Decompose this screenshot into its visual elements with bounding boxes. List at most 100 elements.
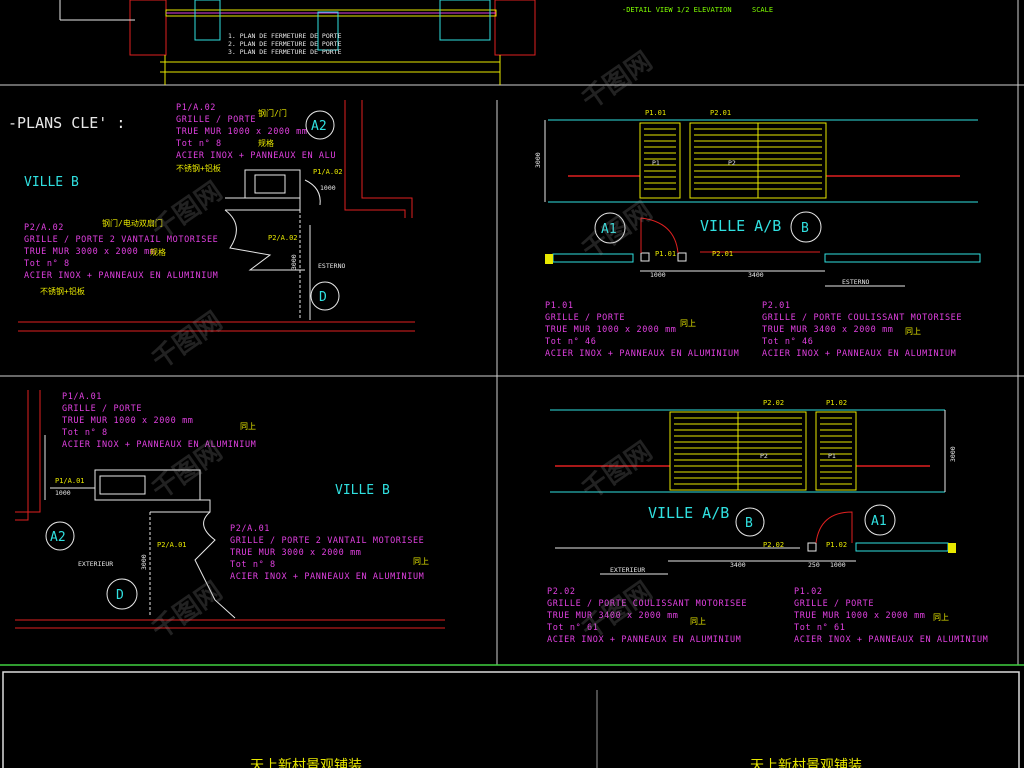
sheet-frame xyxy=(0,0,1024,768)
block-line: ACIER INOX + PANNEAUX EN ALUMINIUM xyxy=(762,349,956,359)
block-line: TRUE MUR 1000 x 2000 mm xyxy=(794,611,926,621)
exterior-label: ESTERNO xyxy=(842,278,869,286)
exterior-label: EXTERIEUR xyxy=(78,560,113,568)
top-note-2: 2. PLAN DE FERMETURE DE PORTE xyxy=(228,40,342,48)
block-ref: P2.01 xyxy=(762,301,791,311)
block-ref: P1.02 xyxy=(794,587,823,597)
tag-p1-a01: P1/A.01 xyxy=(55,477,85,485)
top-title-right: -DETAIL VIEW 1/2 ELEVATION xyxy=(622,6,732,14)
block-line: Tot n° 8 xyxy=(24,259,70,269)
block-line: Tot n° 8 xyxy=(62,428,108,438)
circle-b-label: B xyxy=(745,516,753,531)
quadrant-villa-b-lower: A2 D P1/A.01 P2/A.01 1000 3000 EXTERIEUR… xyxy=(15,390,445,629)
block-cn: 不锈钢+铝板 xyxy=(40,286,85,296)
watermark-text: 千图网 xyxy=(147,306,228,375)
block-line: GRILLE / PORTE 2 VANTAIL MOTORISEE xyxy=(24,235,218,245)
block-line: TRUE MUR 3000 x 2000 mm xyxy=(230,548,362,558)
block-line: GRILLE / PORTE xyxy=(62,404,142,414)
dim-3400: 3400 xyxy=(748,271,764,279)
block-line: GRILLE / PORTE xyxy=(176,115,256,125)
tag-p102b: P1.02 xyxy=(826,541,847,549)
tag-p202: P2.02 xyxy=(763,399,784,407)
top-elevation: 1. PLAN DE FERMETURE DE PORTE 2. PLAN DE… xyxy=(59,0,773,85)
bottom-title-right: 天上新村景观铺装 xyxy=(750,758,862,768)
block-line: Tot n° 46 xyxy=(762,337,813,347)
circle-d-label: D xyxy=(116,588,124,603)
dim-3000: 3000 xyxy=(140,554,148,570)
panel-p1-label: P1 xyxy=(652,159,660,167)
block-cn: 规格 xyxy=(258,138,274,148)
circle-a2-label: A2 xyxy=(50,530,66,545)
block-line: TRUE MUR 3400 x 2000 mm xyxy=(762,325,894,335)
block-cn: 同上 xyxy=(933,613,949,622)
block-cn: 不锈钢+铝板 xyxy=(176,163,221,173)
circle-a2-label: A2 xyxy=(311,119,327,134)
block-line: Tot n° 46 xyxy=(545,337,596,347)
circle-a1-label: A1 xyxy=(871,514,887,529)
dim-250: 250 xyxy=(808,561,820,569)
exterior-label: EXTERIEUR xyxy=(610,566,645,574)
quadrant-villa-b-upper: A2 D P1/A.02 P2/A.02 1000 3000 ESTERNO V… xyxy=(18,100,415,332)
dim-3400: 3400 xyxy=(730,561,746,569)
dim-vertical: 3000 xyxy=(534,152,542,168)
block-line: TRUE MUR 3000 x 2000 mm xyxy=(24,247,156,257)
panel-slats xyxy=(820,417,852,485)
block-line: GRILLE / PORTE 2 VANTAIL MOTORISEE xyxy=(230,536,424,546)
block-cn: 同上 xyxy=(240,422,256,431)
tag-p101: P1.01 xyxy=(645,109,666,117)
tag-p202b: P2.02 xyxy=(763,541,784,549)
block-ref: P1/A.01 xyxy=(62,392,102,402)
block-line: ACIER INOX + PANNEAUX EN ALUMINIUM xyxy=(547,635,741,645)
block-line: GRILLE / PORTE xyxy=(794,599,874,609)
dim-3000: 3000 xyxy=(290,254,298,270)
block-line: ACIER INOX + PANNEAUX EN ALUMINIUM xyxy=(24,271,218,281)
ville-label: VILLE B xyxy=(335,483,390,498)
tag-p201: P2.01 xyxy=(710,109,731,117)
block-line: Tot n° 8 xyxy=(230,560,276,570)
ville-label: VILLE B xyxy=(24,175,79,190)
dim-1000: 1000 xyxy=(830,561,846,569)
circle-b-label: B xyxy=(801,221,809,236)
block-line: ACIER INOX + PANNEAUX EN ALUMINIUM xyxy=(62,440,256,450)
block-line: ACIER INOX + PANNEAUX EN ALU xyxy=(176,151,336,161)
tag-p201b: P2.01 xyxy=(712,250,733,258)
block-line: Tot n° 61 xyxy=(794,623,845,633)
top-note-1: 1. PLAN DE FERMETURE DE PORTE xyxy=(228,32,342,40)
exterior-label: ESTERNO xyxy=(318,262,345,270)
top-note-3: 3. PLAN DE FERMETURE DE PORTE xyxy=(228,48,342,56)
block-line: TRUE MUR 1000 x 2000 mm xyxy=(176,127,308,137)
block-ref: P1.01 xyxy=(545,301,574,311)
block-line: GRILLE / PORTE xyxy=(545,313,625,323)
panel-p1-label: P1 xyxy=(828,452,836,460)
tag-p1-a02: P1/A.02 xyxy=(313,168,343,176)
plans-cle-heading: -PLANS CLE' : xyxy=(8,114,125,132)
block-cn: 同上 xyxy=(680,319,696,328)
block-ref: P2/A.02 xyxy=(24,223,64,233)
block-ref: P2.02 xyxy=(547,587,576,597)
block-ref: P1/A.02 xyxy=(176,103,216,113)
block-cn: 规格 xyxy=(150,247,166,257)
circle-d-label: D xyxy=(319,290,327,305)
block-line: TRUE MUR 1000 x 2000 mm xyxy=(545,325,677,335)
block-cn: 同上 xyxy=(905,327,921,336)
top-title-tag: SCALE xyxy=(752,6,773,14)
block-line: GRILLE / PORTE COULISSANT MOTORISEE xyxy=(762,313,962,323)
tag-p2-a01: P2/A.01 xyxy=(157,541,187,549)
panel-p2-label: P2 xyxy=(728,159,736,167)
watermark-text: 千图网 xyxy=(577,436,658,505)
bottom-title-left: 天上新村景观铺装 xyxy=(250,758,362,768)
block-line: TRUE MUR 1000 x 2000 mm xyxy=(62,416,194,426)
tag-p102: P1.02 xyxy=(826,399,847,407)
dim-vertical: 3000 xyxy=(949,446,957,462)
panel-slats xyxy=(644,128,676,190)
dim-1000: 1000 xyxy=(650,271,666,279)
block-line: ACIER INOX + PANNEAUX EN ALUMINIUM xyxy=(794,635,988,645)
ville-label: VILLE A/B xyxy=(648,504,729,522)
tag-p2-a02: P2/A.02 xyxy=(268,234,298,242)
block-line: ACIER INOX + PANNEAUX EN ALUMINIUM xyxy=(230,572,424,582)
panel-p2-label: P2 xyxy=(760,452,768,460)
tag-p101b: P1.01 xyxy=(655,250,676,258)
block-cn: 同上 xyxy=(690,617,706,626)
block-line: ACIER INOX + PANNEAUX EN ALUMINIUM xyxy=(545,349,739,359)
block-cn: 钢门/门 xyxy=(258,108,287,118)
